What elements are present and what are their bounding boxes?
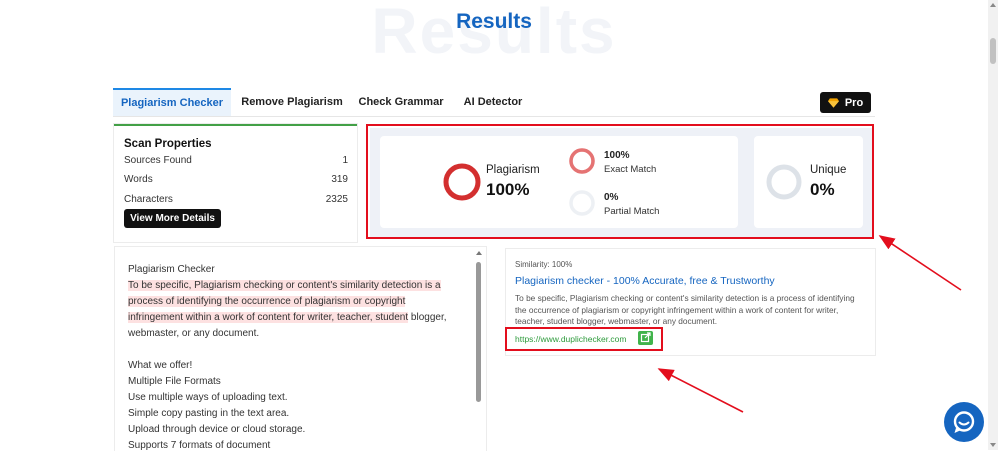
annotation-arrow-icon: [878, 235, 962, 291]
scan-properties-card: Scan Properties Sources Found 1 Words 31…: [114, 124, 357, 242]
text-line: Use multiple ways of uploading text.: [128, 392, 288, 403]
text-line: process of identifying the occurrence of…: [128, 294, 406, 309]
prop-label: Sources Found: [124, 155, 192, 166]
tab-check-grammar[interactable]: Check Grammar: [353, 88, 449, 116]
prop-value: 319: [331, 174, 348, 185]
prop-label: Words: [124, 174, 153, 185]
annotation-url-box: [505, 327, 663, 351]
chat-bubble-icon: [953, 411, 975, 433]
text-line: Plagiarism Checker: [128, 264, 215, 275]
prop-value: 1: [342, 155, 348, 166]
checked-text-panel[interactable]: Plagiarism Checker To be specific, Plagi…: [114, 246, 487, 451]
text-line: infringement within a work of content fo…: [128, 310, 447, 325]
text-line: What we offer!: [128, 360, 193, 371]
annotation-arrow-icon: [657, 368, 744, 413]
page-scrollbar[interactable]: [988, 0, 998, 450]
scroll-up-arrow-icon[interactable]: [990, 3, 996, 7]
text-fragment: blogger,: [408, 312, 447, 323]
prop-value: 2325: [325, 194, 348, 205]
source-title-link[interactable]: Plagiarism checker - 100% Accurate, free…: [515, 275, 775, 287]
tool-tabs: Plagiarism Checker Remove Plagiarism Che…: [113, 88, 875, 117]
scroll-up-arrow-icon[interactable]: [476, 251, 482, 255]
diamond-icon: [827, 97, 839, 108]
source-description: To be specific, Plagiarism checking or c…: [515, 293, 855, 327]
text-line: webmaster, or any document.: [128, 328, 260, 339]
text-panel-scrollbar[interactable]: [475, 248, 482, 450]
scroll-down-arrow-icon[interactable]: [990, 443, 996, 447]
text-line: Simple copy pasting in the text area.: [128, 408, 290, 419]
tab-ai-detector[interactable]: AI Detector: [457, 88, 529, 116]
text-line: Upload through device or cloud storage.: [128, 424, 306, 435]
text-scroll-thumb[interactable]: [476, 262, 481, 402]
scroll-thumb[interactable]: [990, 38, 996, 64]
similarity-label: Similarity: 100%: [515, 260, 573, 269]
text-line: Supports 7 formats of document: [128, 440, 271, 451]
highlighted-text: To be specific, Plagiarism checking or c…: [128, 280, 441, 291]
tab-plagiarism-checker[interactable]: Plagiarism Checker: [113, 88, 231, 116]
highlighted-text: infringement within a work of content fo…: [128, 312, 409, 323]
prop-row-characters: Characters 2325: [124, 194, 348, 205]
highlighted-text: process of identifying the occurrence of…: [128, 296, 406, 307]
pro-button[interactable]: Pro: [820, 92, 871, 113]
text-line: To be specific, Plagiarism checking or c…: [128, 278, 441, 293]
prop-row-sources: Sources Found 1: [124, 155, 348, 166]
annotation-highlight-box: [366, 124, 874, 239]
tab-remove-plagiarism[interactable]: Remove Plagiarism: [237, 88, 347, 116]
text-line: Multiple File Formats: [128, 376, 221, 387]
view-more-details-button[interactable]: View More Details: [124, 209, 221, 228]
scan-properties-title: Scan Properties: [124, 138, 212, 150]
page-title: Results: [456, 10, 532, 33]
live-chat-button[interactable]: [944, 402, 984, 442]
prop-row-words: Words 319: [124, 174, 348, 185]
prop-label: Characters: [124, 194, 173, 205]
pro-label: Pro: [844, 96, 864, 109]
